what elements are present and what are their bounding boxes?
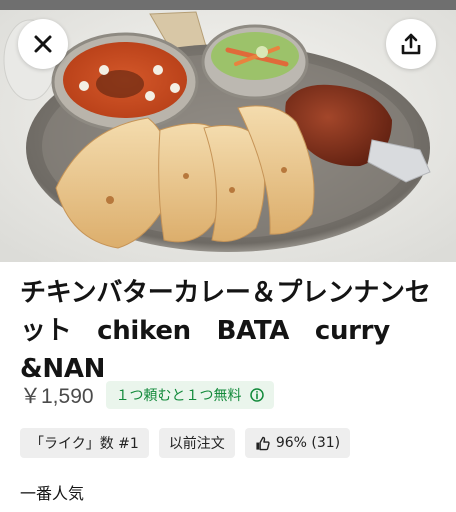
section-heading: 一番人気 (20, 484, 85, 503)
badge-label: 「ライク」数 #1 (30, 436, 139, 452)
badge-label: 以前注文 (168, 436, 225, 452)
badge-row: 「ライク」数 #1 以前注文 96% (31) (20, 428, 351, 458)
price-row: ￥1,590 １つ頼むと１つ無料 (20, 380, 274, 410)
rating-badge: 96% (31) (244, 428, 351, 458)
promo-badge[interactable]: １つ頼むと１つ無料 (105, 381, 274, 409)
ordered-before-badge: 以前注文 (158, 428, 235, 458)
product-price: ￥1,590 (20, 385, 94, 408)
likes-rank-badge: 「ライク」数 #1 (20, 428, 149, 458)
product-title: チキンバターカレー＆プレンナンセット chiken BATA curry &NA… (20, 278, 431, 384)
badge-label: 96% (31) (275, 435, 341, 451)
share-icon (401, 33, 421, 55)
close-icon (34, 35, 52, 53)
info-icon[interactable] (249, 388, 264, 402)
status-bar (0, 0, 456, 10)
promo-text: １つ頼むと１つ無料 (115, 388, 242, 404)
thumbs-up-icon (256, 436, 270, 450)
close-button[interactable] (18, 19, 68, 69)
share-button[interactable] (386, 19, 436, 69)
